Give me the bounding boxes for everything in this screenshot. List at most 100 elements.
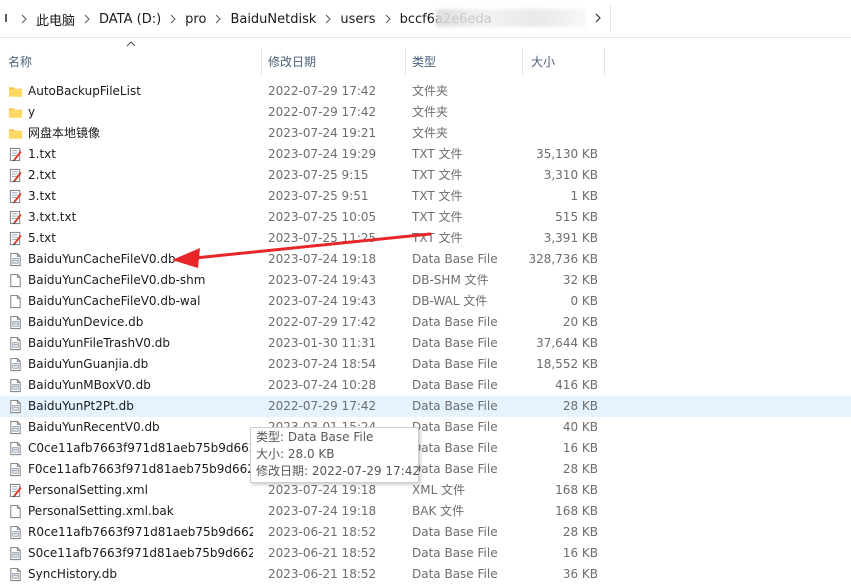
- column-name-header[interactable]: 名称: [8, 48, 32, 76]
- file-size: 28 KB: [562, 462, 598, 476]
- file-type: Data Base File: [412, 441, 498, 455]
- file-size: [528, 102, 598, 123]
- breadcrumb-item[interactable]: 此电脑: [32, 10, 79, 29]
- file-size: 16 KB: [562, 546, 598, 560]
- file-name: BaiduYunPt2Pt.db: [28, 399, 134, 413]
- file-size: 168 KB: [555, 483, 598, 497]
- file-row[interactable]: BaiduYunCacheFileV0.db 2023-07-24 19:18 Da…: [0, 249, 851, 270]
- file-row[interactable]: F0ce11afb7663f971d81aeb75b9d662... Data B…: [0, 459, 851, 480]
- folder-icon: [8, 84, 23, 99]
- column-modified-header[interactable]: 修改日期: [268, 48, 316, 76]
- file-name: PersonalSetting.xml.bak: [28, 504, 174, 518]
- breadcrumb-item[interactable]: BaiduNetdisk: [226, 12, 320, 27]
- db-file-icon: [8, 525, 23, 540]
- column-header: 名称 修改日期 类型 大小: [0, 48, 851, 76]
- column-divider[interactable]: [405, 48, 406, 76]
- breadcrumb-item[interactable]: DATA (D:): [95, 12, 165, 27]
- column-type-header[interactable]: 类型: [412, 48, 436, 76]
- address-bar-divider: [610, 5, 611, 32]
- file-modified: 2023-07-24 19:18: [268, 252, 377, 266]
- file-name: R0ce11afb7663f971d81aeb75b9d662...: [28, 525, 253, 539]
- file-type: Data Base File: [412, 546, 498, 560]
- file-name: 5.txt: [28, 231, 56, 245]
- chevron-right-icon[interactable]: [592, 12, 604, 24]
- file-name: F0ce11afb7663f971d81aeb75b9d662...: [28, 462, 253, 476]
- text-file-icon: [8, 147, 23, 162]
- file-type: 文件夹: [412, 105, 449, 119]
- file-type: TXT 文件: [412, 210, 463, 224]
- db-file-icon: [8, 357, 23, 372]
- column-divider[interactable]: [522, 48, 523, 76]
- file-name: 3.txt.txt: [28, 210, 77, 224]
- chevron-right-icon[interactable]: [79, 14, 95, 24]
- text-file-icon: [8, 189, 23, 204]
- file-name: 2.txt: [28, 168, 56, 182]
- folder-icon: [8, 105, 23, 120]
- file-name: y: [28, 105, 36, 119]
- file-size: 40 KB: [562, 420, 598, 434]
- file-name: BaiduYunDevice.db: [28, 315, 144, 329]
- file-type: DB-WAL 文件: [412, 294, 488, 308]
- column-divider[interactable]: [261, 48, 262, 76]
- file-name: BaiduYunGuanjia.db: [28, 357, 149, 371]
- file-row[interactable]: S0ce11afb7663f971d81aeb75b9d662... 2023-0…: [0, 543, 851, 564]
- file-name: AutoBackupFileList: [28, 84, 141, 98]
- file-row[interactable]: PersonalSetting.xml.bak 2023-07-24 19:18 B…: [0, 501, 851, 522]
- file-modified: 2023-07-25 10:05: [268, 210, 377, 224]
- file-type: TXT 文件: [412, 168, 463, 182]
- file-row[interactable]: BaiduYunPt2Pt.db 2022-07-29 17:42 Data Bas…: [0, 396, 851, 417]
- file-size: 1 KB: [570, 189, 598, 203]
- file-row[interactable]: BaiduYunFileTrashV0.db 2023-01-30 11:31 Da…: [0, 333, 851, 354]
- file-row[interactable]: AutoBackupFileList 2022-07-29 17:42 文件夹: [0, 81, 851, 102]
- file-modified: 2023-07-24 19:18: [268, 483, 377, 497]
- file-name: SyncHistory.db: [28, 567, 117, 581]
- text-file-icon: [8, 210, 23, 225]
- file-row[interactable]: BaiduYunDevice.db 2022-07-29 17:42 Data Ba…: [0, 312, 851, 333]
- file-row[interactable]: y 2022-07-29 17:42 文件夹: [0, 102, 851, 123]
- file-size: 37,644 KB: [536, 336, 598, 350]
- file-modified: 2022-07-29 17:42: [268, 399, 377, 413]
- file-row[interactable]: BaiduYunRecentV0.db2023-03-01 15:24Data …: [0, 417, 851, 438]
- file-row[interactable]: 3.txt.txt 2023-07-25 10:05 TXT 文件 515 KB: [0, 207, 851, 228]
- file-size: 20 KB: [562, 315, 598, 329]
- blank-file-icon: [8, 273, 23, 288]
- column-divider[interactable]: [604, 48, 605, 76]
- file-modified: 2023-07-24 19:29: [268, 147, 377, 161]
- file-modified: 2023-07-24 19:43: [268, 273, 377, 287]
- breadcrumb-item[interactable]: users: [336, 12, 379, 27]
- file-modified: 2022-07-29 17:42: [268, 84, 377, 98]
- file-row[interactable]: BaiduYunMBoxV0.db 2023-07-24 10:28 Data Ba…: [0, 375, 851, 396]
- file-modified: 2023-07-24 19:21: [268, 126, 377, 140]
- chevron-right-icon[interactable]: [320, 14, 336, 24]
- db-file-icon: [8, 336, 23, 351]
- file-size: 18,552 KB: [536, 357, 598, 371]
- tooltip-type: 类型: Data Base File: [256, 430, 374, 444]
- address-bar[interactable]: 此电脑DATA (D:)proBaiduNetdiskusersbccf6a2e…: [0, 0, 851, 38]
- breadcrumb-item[interactable]: pro: [181, 12, 210, 27]
- text-file-icon: [8, 231, 23, 246]
- file-type: Data Base File: [412, 567, 498, 581]
- breadcrumb: 此电脑DATA (D:)proBaiduNetdiskusersbccf6a2e…: [16, 10, 496, 29]
- file-name: 3.txt: [28, 189, 56, 203]
- chevron-right-icon[interactable]: [16, 14, 32, 24]
- file-row[interactable]: BaiduYunGuanjia.db 2023-07-24 18:54 Data B…: [0, 354, 851, 375]
- column-size-header[interactable]: 大小: [531, 48, 555, 76]
- file-type: TXT 文件: [412, 147, 463, 161]
- xml-file-icon: [8, 483, 23, 498]
- file-size: [528, 123, 598, 144]
- file-type: Data Base File: [412, 525, 498, 539]
- chevron-right-icon[interactable]: [210, 14, 226, 24]
- chevron-right-icon[interactable]: [165, 14, 181, 24]
- file-row[interactable]: 5.txt 2023-07-25 11:25 TXT 文件 3,391 KB: [0, 228, 851, 249]
- file-row[interactable]: C0ce11afb7663f971d81aeb75b9d662... Data B…: [0, 438, 851, 459]
- file-row[interactable]: BaiduYunCacheFileV0.db-shm 2023-07-24 19:…: [0, 270, 851, 291]
- file-row[interactable]: R0ce11afb7663f971d81aeb75b9d662... 2023-0…: [0, 522, 851, 543]
- file-row[interactable]: 3.txt 2023-07-25 9:51 TXT 文件 1 KB: [0, 186, 851, 207]
- file-row[interactable]: 网盘本地镜像 2023-07-24 19:21 文件夹: [0, 123, 851, 144]
- file-row[interactable]: 1.txt 2023-07-24 19:29 TXT 文件 35,130 KB: [0, 144, 851, 165]
- file-row[interactable]: BaiduYunCacheFileV0.db-wal 2023-07-24 19:…: [0, 291, 851, 312]
- chevron-right-icon[interactable]: [380, 14, 396, 24]
- file-row[interactable]: 2.txt 2023-07-25 9:15 TXT 文件 3,310 KB: [0, 165, 851, 186]
- file-row[interactable]: SyncHistory.db 2023-06-21 18:52 Data Base …: [0, 564, 851, 585]
- file-row[interactable]: PersonalSetting.xml 2023-07-24 19:18 XML 文…: [0, 480, 851, 501]
